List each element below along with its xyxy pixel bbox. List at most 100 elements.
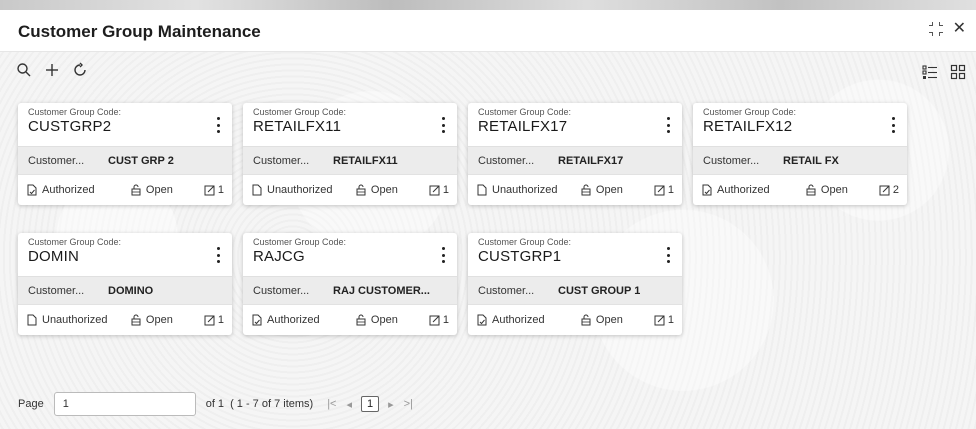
group-code: RAJCG (253, 248, 305, 265)
window-titlebar: Customer Group Maintenance ✕ (0, 10, 976, 52)
close-icon[interactable]: ✕ (953, 21, 966, 37)
description-value: CUST GROUP 1 (558, 284, 641, 297)
version-number: 2 (892, 184, 899, 196)
prev-page-button[interactable]: ◂ (346, 398, 352, 411)
auth-status-text: Authorized (492, 314, 545, 326)
kebab-menu-icon[interactable] (216, 117, 220, 133)
description-value: CUST GRP 2 (108, 154, 174, 167)
version-number: 1 (442, 314, 449, 326)
version: 1 (204, 184, 224, 196)
description-label: Customer... (703, 154, 760, 167)
version-number: 1 (442, 184, 449, 196)
version-number: 1 (217, 184, 224, 196)
group-code: CUSTGRP1 (478, 248, 562, 265)
version-number: 1 (217, 314, 224, 326)
edit-icon (879, 185, 890, 196)
add-icon[interactable] (44, 62, 60, 78)
code-label: Customer Group Code: (478, 107, 572, 117)
pagination-bar: Page of 1 ( 1 - 7 of 7 items) |< ◂ 1 ▸ >… (18, 392, 418, 416)
record-status: Open (130, 184, 204, 196)
tile-view-icon[interactable] (950, 64, 966, 80)
auth-status: Unauthorized (251, 184, 355, 196)
authorized-icon (27, 184, 37, 196)
current-page-button[interactable]: 1 (361, 396, 380, 412)
unlock-icon (356, 184, 366, 196)
refresh-icon[interactable] (72, 62, 88, 78)
kebab-menu-icon[interactable] (666, 117, 670, 133)
record-status-text: Open (595, 184, 623, 196)
record-card[interactable]: Customer Group Code: RAJCG Customer... R… (243, 233, 457, 335)
edit-icon (204, 185, 215, 196)
record-card[interactable]: Customer Group Code: CUSTGRP2 Customer..… (18, 103, 232, 205)
search-icon[interactable] (16, 62, 32, 78)
code-label: Customer Group Code: (28, 237, 122, 247)
authorized-icon (252, 314, 262, 326)
kebab-menu-icon[interactable] (891, 117, 895, 133)
authorized-icon (702, 184, 712, 196)
authorized-icon (477, 314, 487, 326)
document-icon (27, 314, 37, 326)
last-page-button[interactable]: >| (404, 398, 413, 410)
document-icon (477, 184, 487, 196)
description-value: DOMINO (108, 284, 154, 297)
page-total: of 1 (205, 398, 225, 410)
kebab-menu-icon[interactable] (441, 117, 445, 133)
description-value: RETAIL FX (783, 154, 839, 167)
record-status-text: Open (370, 184, 398, 196)
record-card[interactable]: Customer Group Code: DOMIN Customer... D… (18, 233, 232, 335)
kebab-menu-icon[interactable] (216, 247, 220, 263)
record-card[interactable]: Customer Group Code: RETAILFX12 Customer… (693, 103, 907, 205)
auth-status: Unauthorized (26, 314, 130, 326)
code-label: Customer Group Code: (28, 107, 122, 117)
auth-status: Authorized (26, 184, 130, 196)
version: 1 (654, 314, 674, 326)
record-status: Open (355, 184, 429, 196)
description-label: Customer... (478, 154, 535, 167)
record-status: Open (355, 314, 429, 326)
record-card[interactable]: Customer Group Code: RETAILFX17 Customer… (468, 103, 682, 205)
record-status-text: Open (145, 314, 173, 326)
description-value: RETAILFX17 (558, 154, 624, 167)
record-status-text: Open (595, 314, 623, 326)
edit-icon (654, 315, 665, 326)
code-label: Customer Group Code: (703, 107, 797, 117)
group-code: CUSTGRP2 (28, 118, 112, 135)
description-label: Customer... (28, 154, 85, 167)
record-status: Open (805, 184, 879, 196)
unlock-icon (806, 184, 816, 196)
record-card[interactable]: Customer Group Code: CUSTGRP1 Customer..… (468, 233, 682, 335)
page-number-input[interactable] (53, 392, 196, 416)
edit-icon (654, 185, 665, 196)
auth-status-text: Authorized (42, 184, 95, 196)
next-page-button[interactable]: ▸ (388, 398, 394, 411)
description-label: Customer... (253, 284, 310, 297)
unlock-icon (131, 314, 141, 326)
toolbar (16, 62, 88, 78)
first-page-button[interactable]: |< (327, 398, 336, 410)
auth-status: Unauthorized (476, 184, 580, 196)
record-status-text: Open (370, 314, 398, 326)
auth-status-text: Unauthorized (42, 314, 108, 326)
auth-status-text: Authorized (267, 314, 320, 326)
version: 1 (429, 314, 449, 326)
group-code: RETAILFX17 (478, 118, 568, 135)
edit-icon (429, 315, 440, 326)
version: 1 (204, 314, 224, 326)
record-status-text: Open (145, 184, 173, 196)
description-label: Customer... (478, 284, 535, 297)
kebab-menu-icon[interactable] (666, 247, 670, 263)
auth-status-text: Unauthorized (492, 184, 558, 196)
record-status: Open (580, 314, 654, 326)
auth-status-text: Authorized (717, 184, 770, 196)
description-label: Customer... (28, 284, 85, 297)
kebab-menu-icon[interactable] (441, 247, 445, 263)
collapse-icon[interactable] (928, 22, 943, 36)
record-card[interactable]: Customer Group Code: RETAILFX11 Customer… (243, 103, 457, 205)
page-title: Customer Group Maintenance (18, 22, 261, 41)
view-toggles (922, 64, 966, 80)
auth-status: Authorized (701, 184, 805, 196)
version: 1 (429, 184, 449, 196)
unlock-icon (131, 184, 141, 196)
code-label: Customer Group Code: (478, 237, 572, 247)
list-view-icon[interactable] (922, 64, 938, 80)
